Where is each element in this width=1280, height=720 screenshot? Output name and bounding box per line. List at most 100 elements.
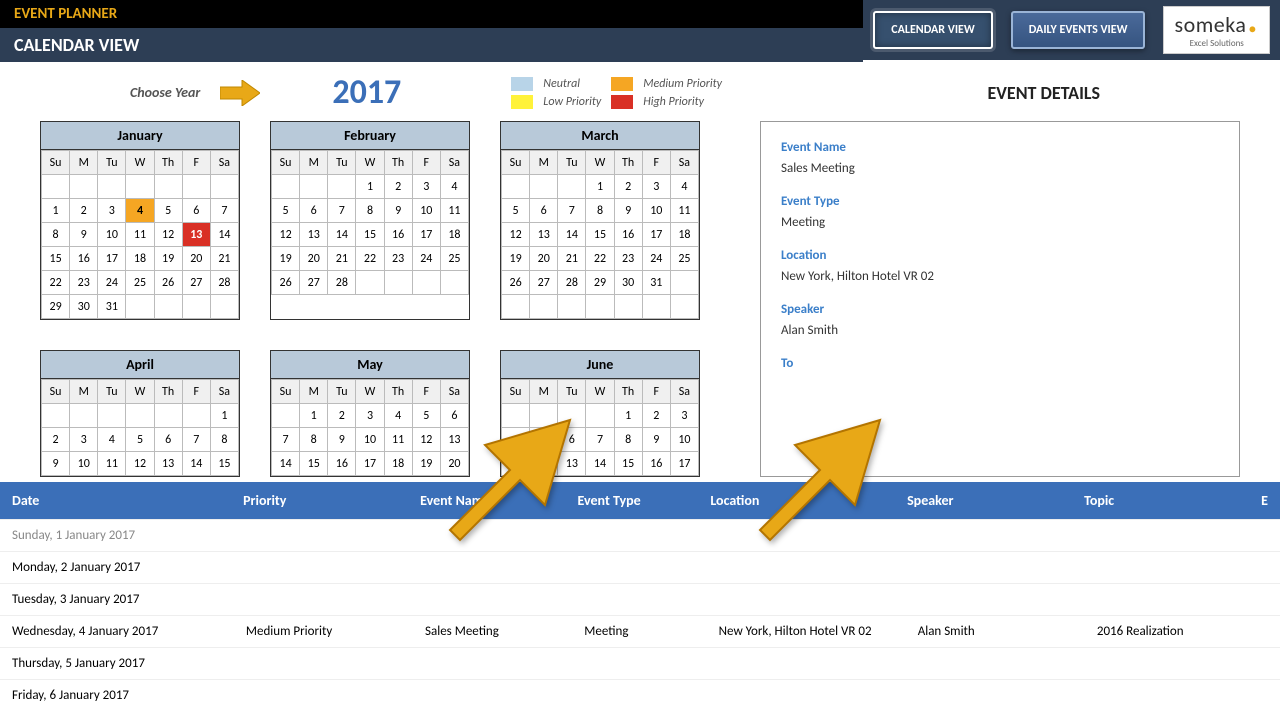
calendar-day[interactable]: 3 [70, 428, 98, 452]
calendar-day[interactable]: 31 [642, 271, 670, 295]
calendar-day[interactable]: 29 [42, 295, 70, 319]
calendar-day[interactable]: 14 [272, 452, 300, 476]
table-row[interactable]: Monday, 2 January 2017 [0, 551, 1280, 583]
calendar-day[interactable]: 22 [356, 247, 384, 271]
table-row[interactable]: Tuesday, 3 January 2017 [0, 583, 1280, 615]
table-row[interactable]: Thursday, 5 January 2017 [0, 647, 1280, 679]
calendar-day[interactable]: 11 [440, 199, 468, 223]
calendar-day[interactable]: 3 [412, 175, 440, 199]
calendar-april[interactable]: AprilSuMTuWThFSa123456789101112131415 [40, 350, 240, 477]
calendar-day[interactable]: 9 [70, 223, 98, 247]
calendar-day[interactable]: 28 [328, 271, 356, 295]
calendar-day[interactable]: 2 [384, 175, 412, 199]
calendar-day[interactable]: 4 [440, 175, 468, 199]
calendar-day[interactable]: 12 [272, 223, 300, 247]
calendar-day[interactable]: 18 [440, 223, 468, 247]
calendar-day[interactable]: 19 [272, 247, 300, 271]
calendar-day[interactable]: 21 [328, 247, 356, 271]
calendar-day[interactable]: 26 [154, 271, 182, 295]
calendar-day[interactable]: 23 [614, 247, 642, 271]
calendar-day[interactable]: 8 [586, 199, 614, 223]
calendar-day[interactable]: 7 [586, 428, 614, 452]
calendar-day[interactable]: 4 [126, 199, 154, 223]
calendar-day[interactable]: 23 [384, 247, 412, 271]
calendar-day[interactable]: 15 [586, 223, 614, 247]
calendar-day[interactable]: 21 [210, 247, 238, 271]
calendar-day[interactable]: 7 [182, 428, 210, 452]
calendar-day[interactable]: 8 [356, 199, 384, 223]
calendar-day[interactable]: 1 [586, 175, 614, 199]
calendar-day[interactable]: 16 [642, 452, 670, 476]
calendar-day[interactable]: 17 [670, 452, 698, 476]
calendar-day[interactable]: 25 [440, 247, 468, 271]
calendar-day[interactable]: 9 [384, 199, 412, 223]
calendar-day[interactable]: 6 [300, 199, 328, 223]
calendar-day[interactable]: 7 [328, 199, 356, 223]
calendar-day[interactable]: 28 [558, 271, 586, 295]
calendar-day[interactable]: 15 [210, 452, 238, 476]
calendar-day[interactable]: 2 [42, 428, 70, 452]
calendar-day[interactable]: 29 [586, 271, 614, 295]
calendar-day[interactable]: 11 [670, 199, 698, 223]
calendar-day[interactable]: 12 [154, 223, 182, 247]
calendar-day[interactable]: 2 [614, 175, 642, 199]
daily-events-view-button[interactable]: DAILY EVENTS VIEW [1011, 11, 1146, 49]
calendar-day[interactable]: 5 [126, 428, 154, 452]
calendar-day[interactable]: 2 [328, 404, 356, 428]
calendar-january[interactable]: JanuarySuMTuWThFSa1234567891011121314151… [40, 121, 240, 320]
calendar-day[interactable]: 26 [272, 271, 300, 295]
calendar-day[interactable]: 19 [154, 247, 182, 271]
calendar-day[interactable]: 25 [670, 247, 698, 271]
calendar-day[interactable]: 14 [328, 223, 356, 247]
calendar-day[interactable]: 2 [70, 199, 98, 223]
calendar-day[interactable]: 14 [182, 452, 210, 476]
calendar-day[interactable]: 31 [98, 295, 126, 319]
calendar-day[interactable]: 15 [614, 452, 642, 476]
calendar-day[interactable]: 17 [356, 452, 384, 476]
calendar-day[interactable]: 4 [384, 404, 412, 428]
calendar-day[interactable]: 1 [42, 199, 70, 223]
calendar-day[interactable]: 21 [558, 247, 586, 271]
calendar-day[interactable]: 20 [182, 247, 210, 271]
calendar-day[interactable]: 10 [356, 428, 384, 452]
calendar-day[interactable]: 13 [154, 452, 182, 476]
calendar-day[interactable]: 10 [98, 223, 126, 247]
calendar-day[interactable]: 10 [642, 199, 670, 223]
calendar-day[interactable]: 20 [300, 247, 328, 271]
calendar-day[interactable]: 13 [182, 223, 210, 247]
calendar-day[interactable]: 15 [42, 247, 70, 271]
table-row[interactable]: Sunday, 1 January 2017 [0, 519, 1280, 551]
calendar-day[interactable]: 12 [502, 223, 530, 247]
calendar-day[interactable]: 17 [412, 223, 440, 247]
calendar-day[interactable]: 1 [210, 404, 238, 428]
calendar-day[interactable]: 9 [42, 452, 70, 476]
calendar-day[interactable]: 18 [384, 452, 412, 476]
calendar-day[interactable]: 8 [42, 223, 70, 247]
calendar-day[interactable]: 4 [98, 428, 126, 452]
calendar-view-button[interactable]: CALENDAR VIEW [873, 11, 993, 49]
calendar-day[interactable]: 6 [154, 428, 182, 452]
calendar-day[interactable]: 9 [328, 428, 356, 452]
calendar-day[interactable]: 13 [300, 223, 328, 247]
calendar-day[interactable]: 27 [300, 271, 328, 295]
calendar-day[interactable]: 2 [642, 404, 670, 428]
calendar-day[interactable]: 28 [210, 271, 238, 295]
calendar-day[interactable]: 8 [300, 428, 328, 452]
calendar-day[interactable]: 3 [642, 175, 670, 199]
calendar-day[interactable]: 9 [614, 199, 642, 223]
table-row[interactable]: Wednesday, 4 January 2017Medium Priority… [0, 615, 1280, 647]
calendar-day[interactable]: 14 [586, 452, 614, 476]
calendar-day[interactable]: 7 [210, 199, 238, 223]
calendar-day[interactable]: 1 [614, 404, 642, 428]
calendar-day[interactable]: 8 [614, 428, 642, 452]
calendar-day[interactable]: 1 [356, 175, 384, 199]
calendar-day[interactable]: 16 [614, 223, 642, 247]
calendar-day[interactable]: 30 [614, 271, 642, 295]
table-row[interactable]: Friday, 6 January 2017 [0, 679, 1280, 711]
calendar-day[interactable]: 17 [98, 247, 126, 271]
calendar-day[interactable]: 13 [530, 223, 558, 247]
calendar-day[interactable]: 25 [126, 271, 154, 295]
calendar-day[interactable]: 14 [558, 223, 586, 247]
calendar-day[interactable]: 6 [530, 199, 558, 223]
calendar-day[interactable]: 15 [300, 452, 328, 476]
